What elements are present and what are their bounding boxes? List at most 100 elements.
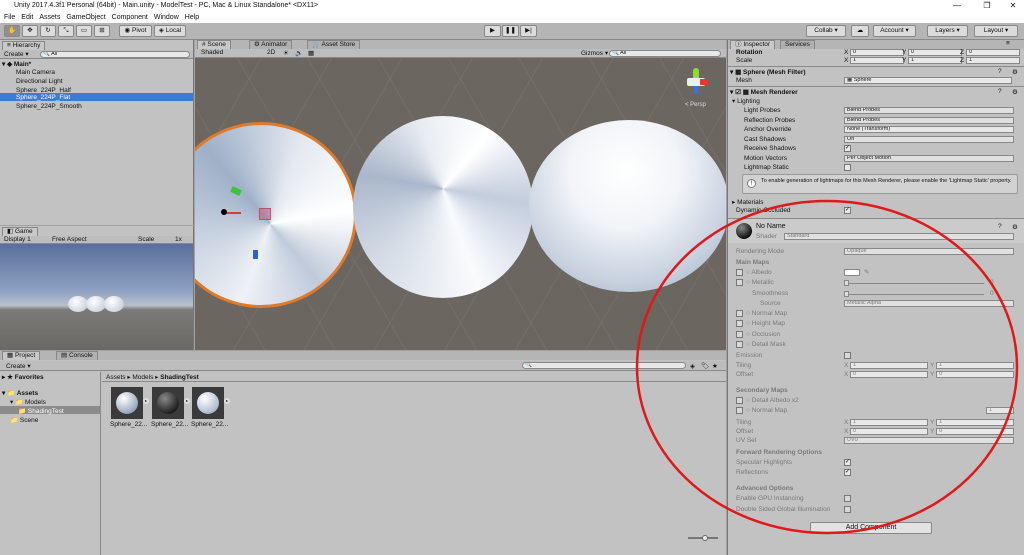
hierarchy-item[interactable]: Directional Light — [16, 78, 63, 85]
close-icon[interactable]: ✕ — [1004, 0, 1022, 12]
shading-dropdown[interactable]: Shaded — [201, 49, 223, 56]
menu-help[interactable]: Help — [185, 14, 199, 21]
play-button[interactable]: ▶ — [484, 25, 501, 37]
rot-z-field[interactable]: 0 — [966, 49, 1020, 56]
plane-handle-icon[interactable] — [259, 208, 271, 220]
reflection-probes-label: Reflection Probes — [744, 117, 796, 124]
menu-gameobject[interactable]: GameObject — [66, 14, 105, 21]
expand-arrow-icon[interactable]: ▸ — [184, 398, 190, 404]
info-box: ! To enable generation of lightmaps for … — [742, 174, 1018, 194]
breadcrumb-shadingtest[interactable]: ShadingTest — [160, 374, 199, 381]
menu-assets[interactable]: Assets — [39, 14, 60, 21]
asset-thumb[interactable] — [192, 387, 224, 419]
anchor-override-field[interactable]: None (Transform) — [844, 126, 1014, 133]
hand-tool-icon[interactable]: ✋ — [4, 25, 20, 37]
hierarchy-item-selected[interactable]: Sphere_224P_Flat — [16, 94, 70, 101]
motion-vectors-dropdown[interactable]: Per Object Motion — [844, 155, 1014, 162]
tab-hierarchy[interactable]: ≡ Hierarchy — [2, 41, 46, 50]
help-icon[interactable]: ? — [998, 88, 1002, 95]
layout-button[interactable]: Layout ▾ — [974, 25, 1018, 37]
rect-tool-icon[interactable]: ▭ — [76, 25, 92, 37]
audio-toggle-icon[interactable]: 🔈 — [295, 49, 303, 57]
tab-game[interactable]: ◧ Game — [2, 227, 38, 236]
minimize-icon[interactable]: — — [948, 0, 966, 12]
menu-component[interactable]: Component — [112, 14, 148, 21]
expand-arrow-icon[interactable]: ▸ — [224, 398, 230, 404]
hierarchy-item[interactable]: Sphere_224P_Smooth — [16, 103, 82, 110]
tab-scene[interactable]: # Scene — [197, 40, 231, 49]
scale-y-field[interactable]: 1 — [908, 57, 962, 64]
menu-file[interactable]: File — [4, 14, 15, 21]
lighting-toggle-icon[interactable]: ☀ — [283, 49, 289, 57]
asset-thumb[interactable] — [111, 387, 143, 419]
light-probes-dropdown[interactable]: Blend Probes — [844, 107, 1014, 114]
scale-tool-icon[interactable]: ⤡ — [58, 25, 74, 37]
sphere-half-selected[interactable] — [195, 122, 357, 308]
maximize-icon[interactable]: ❐ — [978, 0, 996, 12]
tree-assets[interactable]: ▾ 📁 Assets — [2, 389, 38, 397]
display-dropdown[interactable]: Display 1 — [4, 236, 31, 243]
scale-x-field[interactable]: 1 — [850, 57, 904, 64]
cloud-icon[interactable]: ☁ — [851, 25, 869, 37]
scene-root[interactable]: ▾ ◆ Main* — [2, 60, 31, 68]
tab-inspector[interactable]: ⓘ Inspector — [730, 40, 776, 49]
hierarchy-item[interactable]: Main Camera — [16, 69, 55, 76]
receive-shadows-label: Receive Shadows — [744, 145, 797, 152]
transform-tool-icon[interactable]: ⊞ — [94, 25, 110, 37]
local-button[interactable]: ◈ Local — [154, 25, 186, 37]
scene-gizmo-icon[interactable] — [683, 68, 709, 100]
asset-thumb[interactable] — [152, 387, 184, 419]
expand-arrow-icon[interactable]: ▸ — [143, 398, 149, 404]
tab-services[interactable]: Services — [780, 40, 815, 49]
tree-favorites[interactable]: ▸ ★ Favorites — [2, 373, 44, 381]
sphere-flat[interactable] — [353, 116, 533, 298]
mesh-field[interactable]: ▦ Sphere — [844, 77, 1012, 84]
menu-edit[interactable]: Edit — [21, 14, 33, 21]
tab-asset-store[interactable]: 🛒 Asset Store — [307, 40, 361, 49]
project-create-button[interactable]: Create ▾ — [6, 362, 31, 370]
account-button[interactable]: Account ▾ — [873, 25, 916, 37]
effects-toggle-icon[interactable]: ▦ — [308, 49, 314, 57]
menu-window[interactable]: Window — [154, 14, 179, 21]
pause-button[interactable]: ❚❚ — [502, 25, 519, 37]
pivot-button[interactable]: ◉ Pivot — [119, 25, 152, 37]
help-icon[interactable]: ? — [998, 68, 1002, 75]
gizmos-dropdown[interactable]: Gizmos ▾ — [581, 49, 608, 57]
hierarchy-create-button[interactable]: Create ▾ — [4, 50, 29, 58]
breadcrumb-models[interactable]: Models — [132, 374, 153, 381]
tab-console[interactable]: ▤ Console — [56, 351, 98, 360]
receive-shadows-checkbox[interactable]: ✓ — [844, 145, 851, 152]
step-button[interactable]: ▶| — [520, 25, 537, 37]
lighting-foldout[interactable]: ▾ Lighting — [732, 97, 760, 105]
meshrenderer-header[interactable]: ▾ ☑ ▦ Mesh Renderer — [730, 88, 798, 96]
z-axis-arrow-icon[interactable] — [253, 250, 258, 259]
meshfilter-header[interactable]: ▾ ▦ Sphere (Mesh Filter) — [730, 68, 806, 76]
lightmap-static-checkbox[interactable] — [844, 164, 851, 171]
collab-button[interactable]: Collab ▾ — [806, 25, 846, 37]
rot-y-field[interactable]: 0 — [908, 49, 962, 56]
panel-menu-icon[interactable]: ≡ — [1006, 40, 1010, 47]
hierarchy-search-input[interactable]: 🔍 All — [40, 51, 190, 58]
tab-project[interactable]: ▦ Project — [2, 351, 41, 360]
component-gear-icon[interactable]: ⚙ — [1012, 68, 1018, 76]
breadcrumb-assets[interactable]: Assets — [106, 374, 126, 381]
move-tool-icon[interactable]: ✥ — [22, 25, 38, 37]
persp-label[interactable]: < Persp — [685, 102, 706, 108]
tab-animator[interactable]: ⚙ Animator — [249, 40, 293, 49]
tree-shadingtest[interactable]: 📁 ShadingTest — [18, 407, 64, 415]
layers-button[interactable]: Layers ▾ — [927, 25, 968, 37]
2d-toggle[interactable]: 2D — [267, 49, 275, 56]
x-axis-arrow-icon[interactable] — [225, 212, 241, 214]
tree-models[interactable]: ▾ 📁 Models — [10, 398, 46, 406]
scale-z-field[interactable]: 1 — [966, 57, 1020, 64]
tree-scene[interactable]: 📁 Scene — [10, 416, 38, 424]
cast-shadows-dropdown[interactable]: On — [844, 136, 1014, 143]
reflection-probes-dropdown[interactable]: Blend Probes — [844, 117, 1014, 124]
rot-x-field[interactable]: 0 — [850, 49, 904, 56]
divider — [728, 86, 1024, 87]
game-view[interactable] — [0, 244, 193, 350]
component-gear-icon[interactable]: ⚙ — [1012, 88, 1018, 96]
scene-search-input[interactable]: 🔍 All — [609, 50, 721, 57]
rotate-tool-icon[interactable]: ↻ — [40, 25, 56, 37]
aspect-dropdown[interactable]: Free Aspect — [52, 236, 87, 243]
